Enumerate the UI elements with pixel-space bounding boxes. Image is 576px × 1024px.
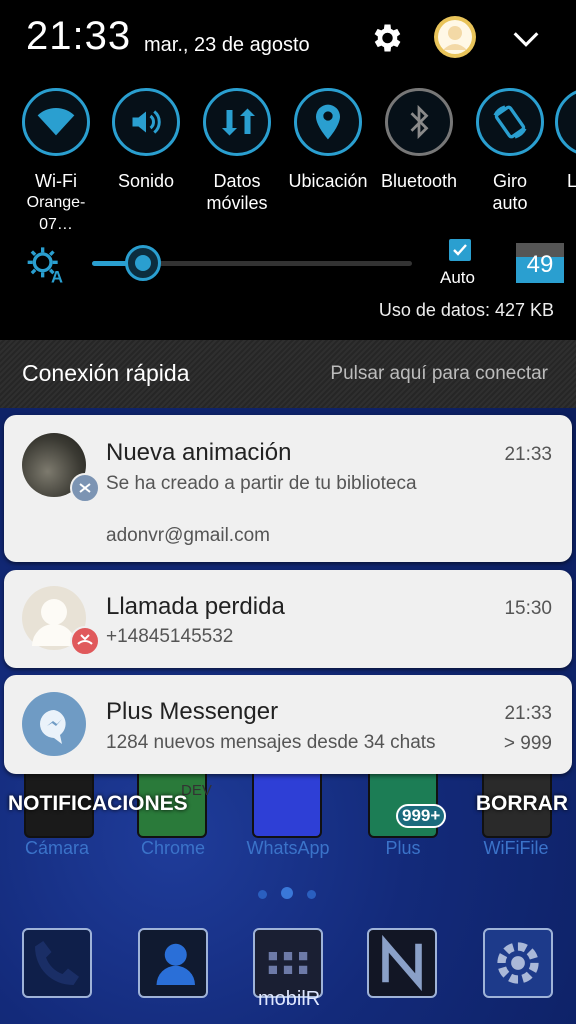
tile-label: Bluetooth bbox=[380, 171, 458, 191]
contact-icon bbox=[156, 943, 195, 985]
notification-card-missed-call[interactable]: Llamada perdida 15:30 +14845145532 bbox=[4, 570, 572, 668]
settings-app-icon[interactable] bbox=[483, 928, 553, 998]
tile-sublabel: auto bbox=[492, 193, 528, 213]
chevron-down-icon[interactable] bbox=[508, 22, 544, 56]
notification-title: Llamada perdida bbox=[106, 593, 285, 620]
mobile-data-icon bbox=[222, 108, 255, 136]
dock-label: mobilR bbox=[258, 988, 321, 1010]
app-label: WiFiFile bbox=[483, 838, 549, 858]
clock: 21:33 bbox=[26, 14, 132, 58]
auto-brightness-label: Auto bbox=[440, 268, 475, 287]
whatsapp-app-icon[interactable] bbox=[252, 768, 322, 838]
tile-label: Datos bbox=[213, 171, 261, 191]
phone-app-icon[interactable] bbox=[22, 928, 92, 998]
tile-location[interactable]: Ubicación bbox=[282, 88, 374, 192]
tile-partial[interactable]: L bbox=[555, 88, 576, 192]
phone-icon bbox=[35, 941, 79, 985]
quick-connect-title: Conexión rápida bbox=[22, 360, 190, 386]
tile-label: Giro bbox=[492, 171, 527, 191]
notification-time: 21:33 bbox=[504, 444, 552, 465]
tile-bluetooth[interactable]: Bluetooth bbox=[373, 88, 465, 192]
gear-icon bbox=[497, 942, 539, 984]
tile-sublabel: móviles bbox=[206, 193, 268, 213]
notification-card-animation[interactable]: Nueva animación 21:33 Se ha creado a par… bbox=[4, 415, 572, 562]
rotate-icon bbox=[493, 105, 527, 139]
data-usage: Uso de datos: 427 KB bbox=[378, 300, 554, 320]
notification-title: Plus Messenger bbox=[106, 698, 279, 725]
tile-sound[interactable]: Sonido bbox=[100, 88, 192, 192]
notification-text: 1284 nuevos mensajes desde 34 chats bbox=[106, 732, 436, 753]
photos-badge-icon bbox=[70, 473, 100, 503]
tile-sublabel: Orange-07… bbox=[26, 194, 86, 233]
tile-label: Ubicación bbox=[288, 171, 368, 191]
notification-time: 21:33 bbox=[504, 703, 552, 724]
browser-app-icon[interactable] bbox=[367, 928, 437, 998]
avatar[interactable] bbox=[434, 16, 476, 58]
tile-mobile-data[interactable]: Datos móviles bbox=[191, 88, 283, 214]
sound-icon bbox=[132, 110, 161, 134]
brightness-value: 49 bbox=[516, 243, 564, 283]
notifications-button[interactable]: NOTIFICACIONES bbox=[8, 792, 188, 816]
app-label: WhatsApp bbox=[246, 838, 330, 858]
location-icon bbox=[316, 104, 340, 140]
notification-time: 15:30 bbox=[504, 598, 552, 619]
unread-badge: 999+ bbox=[396, 804, 447, 828]
quick-connect-bar[interactable]: Conexión rápida Pulsar aquí para conecta… bbox=[0, 340, 576, 408]
notification-shade-header: 21:33 mar., 23 de agosto Wi-Fi Orange-07… bbox=[0, 0, 576, 338]
app-label: Cámara bbox=[24, 838, 90, 858]
notification-text: +14845145532 bbox=[106, 626, 234, 647]
messenger-icon bbox=[22, 692, 86, 756]
wifi-icon bbox=[37, 108, 75, 136]
svg-text:A: A bbox=[51, 267, 63, 284]
tile-label: Wi-Fi bbox=[35, 171, 77, 191]
clear-button[interactable]: BORRAR bbox=[476, 792, 568, 816]
grid-icon bbox=[268, 952, 308, 974]
tile-label: Sonido bbox=[117, 171, 175, 191]
gear-icon[interactable] bbox=[368, 20, 404, 56]
auto-brightness-checkbox[interactable] bbox=[449, 239, 471, 261]
brightness-handle[interactable] bbox=[125, 245, 162, 281]
missed-call-icon bbox=[70, 626, 100, 656]
bluetooth-icon bbox=[410, 104, 429, 140]
tile-auto-rotate[interactable]: Giro auto bbox=[464, 88, 556, 214]
notification-title: Nueva animación bbox=[106, 439, 292, 466]
page-indicator bbox=[258, 886, 330, 904]
n-logo-icon bbox=[382, 934, 422, 992]
brightness-slider[interactable] bbox=[92, 245, 412, 281]
contacts-app-icon[interactable] bbox=[138, 928, 208, 998]
tile-wifi[interactable]: Wi-Fi Orange-07… bbox=[10, 88, 102, 236]
date: mar., 23 de agosto bbox=[144, 34, 310, 56]
quick-connect-hint: Pulsar aquí para conectar bbox=[330, 363, 548, 384]
message-count: > 999 bbox=[503, 733, 552, 754]
auto-brightness-icon[interactable]: A bbox=[26, 244, 66, 284]
notification-text: Se ha creado a partir de tu biblioteca bbox=[106, 473, 417, 494]
app-label: Plus bbox=[385, 838, 421, 858]
plus-app-icon[interactable]: 999+ bbox=[368, 768, 447, 838]
tile-label: L bbox=[567, 171, 576, 191]
notification-card-plus-messenger[interactable]: Plus Messenger 21:33 1284 nuevos mensaje… bbox=[4, 675, 572, 774]
notification-account: adonvr@gmail.com bbox=[106, 525, 270, 546]
app-label: Chrome bbox=[140, 838, 206, 858]
